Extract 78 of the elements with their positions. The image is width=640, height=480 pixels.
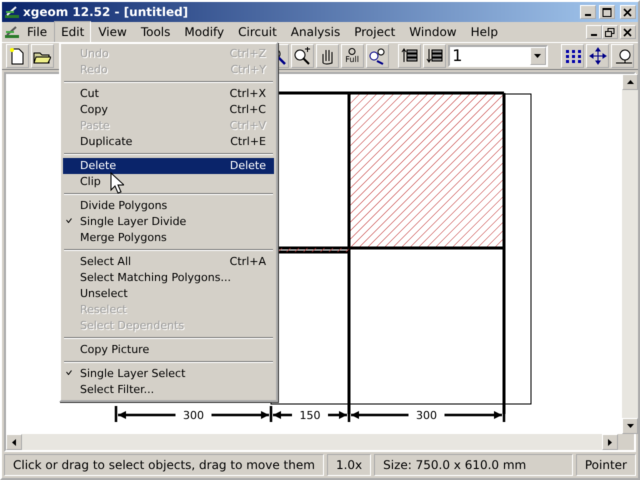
extension-line [502, 406, 506, 422]
tool-mode: Pointer [576, 454, 636, 476]
layer-combo[interactable]: 1 [448, 45, 548, 67]
menu-item[interactable]: Copy Picture [63, 342, 274, 358]
menu-item[interactable]: Cut Ctrl+X [63, 86, 274, 102]
dimension-label: 150 [300, 409, 320, 422]
zoom-level: 1.0x [326, 454, 372, 476]
menu-item[interactable]: Clip [63, 174, 274, 190]
scroll-left-arrow-icon[interactable] [12, 438, 16, 446]
extension-line [114, 406, 118, 422]
layer-down-button[interactable] [423, 44, 446, 68]
dimension-label: 300 [416, 409, 437, 422]
maximize-button[interactable] [599, 5, 615, 19]
menu-item[interactable]: Merge Polygons [63, 230, 274, 246]
tape-measure-button[interactable] [611, 44, 634, 68]
menu-item[interactable]: Divide Polygons [63, 198, 274, 214]
menu-item[interactable]: Help [464, 21, 505, 43]
dropdown-arrow-icon [534, 54, 542, 58]
menu-item[interactable]: Unselect [63, 286, 274, 302]
scroll-up-arrow-icon[interactable] [626, 80, 634, 84]
open-folder-button[interactable] [30, 44, 54, 68]
mouse-pointer-icon [110, 172, 124, 194]
minimize-button[interactable] [580, 5, 596, 19]
menu-item[interactable]: Modify [177, 21, 232, 43]
document-logo-icon [4, 25, 20, 39]
window-title: xgeom 12.52 - [untitled] [23, 4, 188, 21]
dimension-label: 300 [183, 409, 204, 422]
menu-item[interactable]: Analysis [284, 21, 348, 43]
move-icon [588, 47, 607, 65]
menu-item[interactable]: Select All Ctrl+A [63, 254, 274, 270]
close-button[interactable] [620, 25, 636, 39]
menu-item[interactable]: Tools [134, 21, 178, 43]
menu-item[interactable]: Single Layer Select [63, 366, 274, 382]
menu-item[interactable]: Duplicate Ctrl+E [63, 134, 274, 150]
restore-icon [605, 28, 615, 36]
menu-item[interactable]: Select Filter... [63, 382, 274, 398]
zoom-full-button[interactable]: Full [340, 44, 364, 68]
close-icon [623, 8, 633, 16]
new-file-button[interactable] [6, 44, 29, 68]
layer-down-icon [426, 47, 444, 65]
zoom-in-icon [293, 47, 312, 65]
zoom-fit-button[interactable] [366, 44, 389, 68]
zoom-fit-icon [368, 47, 386, 65]
new-file-icon [8, 47, 26, 65]
layer-up-button[interactable] [398, 44, 422, 68]
menu-item[interactable]: Copy Ctrl+C [63, 102, 274, 118]
close-button[interactable] [620, 5, 636, 19]
zoom-in-button[interactable] [290, 44, 314, 68]
app-logo-icon [4, 5, 20, 19]
magnifier-icon [347, 48, 358, 56]
grid-icon [564, 47, 582, 65]
restore-button[interactable] [602, 25, 618, 39]
menu-item[interactable]: File [20, 21, 54, 43]
scroll-right-arrow-icon[interactable] [608, 438, 612, 446]
extension-line [270, 406, 272, 422]
minimize-button[interactable] [586, 25, 602, 39]
move-button[interactable] [586, 44, 610, 68]
menu-item[interactable]: View [91, 21, 134, 43]
size-readout: Size: 750.0 x 610.0 mm [374, 454, 573, 476]
menu-item[interactable]: Circuit [231, 21, 284, 43]
menu-item[interactable]: Single Layer Divide [63, 214, 274, 230]
tape-measure-icon [614, 47, 632, 65]
extension-line [348, 406, 350, 422]
menu-item[interactable]: Project [347, 21, 402, 43]
menu-item[interactable]: Window [402, 21, 464, 43]
maximize-icon [602, 8, 612, 16]
minimize-icon [591, 34, 597, 36]
scroll-down-arrow-icon[interactable] [626, 424, 634, 428]
menu-item[interactable]: Delete Delete [63, 158, 274, 174]
vertical-scrollbar[interactable] [622, 74, 638, 434]
close-icon [623, 28, 633, 36]
hand-button[interactable] [316, 44, 339, 68]
minimize-icon [585, 14, 591, 16]
menu-item[interactable]: Select Matching Polygons... [63, 270, 274, 286]
status-message: Click or drag to select objects, drag to move them [4, 454, 324, 476]
layer-up-icon [400, 47, 419, 65]
grid-button[interactable] [561, 44, 584, 68]
horizontal-scrollbar[interactable] [6, 434, 618, 450]
